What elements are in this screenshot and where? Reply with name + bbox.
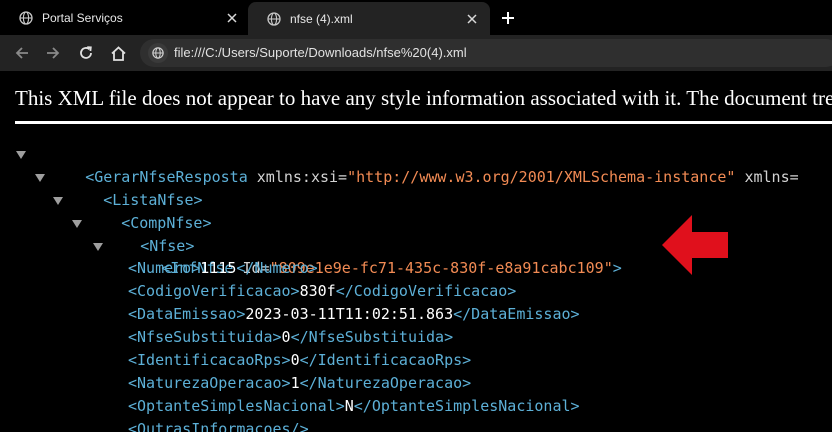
tab-title: nfse (4).xml bbox=[290, 11, 353, 26]
new-tab-button[interactable] bbox=[497, 7, 519, 29]
collapse-triangle-icon[interactable] bbox=[93, 242, 103, 251]
back-button[interactable] bbox=[11, 42, 33, 64]
home-button[interactable] bbox=[107, 42, 129, 64]
forward-button[interactable] bbox=[42, 42, 64, 64]
xml-style-banner: This XML file does not appear to have an… bbox=[15, 86, 832, 110]
close-icon[interactable] bbox=[224, 10, 240, 26]
collapse-triangle-icon[interactable] bbox=[53, 196, 63, 205]
reload-button[interactable] bbox=[75, 42, 97, 64]
globe-icon bbox=[18, 10, 34, 26]
globe-icon[interactable] bbox=[148, 43, 168, 63]
xml-element-outrasinformacoes: <OutrasInformacoes/> bbox=[128, 419, 309, 432]
collapse-triangle-icon[interactable] bbox=[72, 219, 82, 228]
xml-line-root: <GerarNfseResposta xmlns:xsi="http://www… bbox=[0, 143, 799, 186]
tab-portal-servicos[interactable]: Portal Serviços bbox=[0, 0, 250, 35]
tab-title: Portal Serviços bbox=[42, 10, 123, 25]
browser-toolbar: file:///C:/Users/Suporte/Downloads/nfse%… bbox=[0, 35, 832, 71]
xml-line-compnfse: <CompNfse> bbox=[0, 189, 799, 232]
xml-element-dataemissao: <DataEmissao>2023-03-11T11:02:51.863</Da… bbox=[128, 305, 580, 324]
tab-strip: Portal Serviços nfse (4).xml bbox=[0, 0, 832, 35]
tab-nfse-xml[interactable]: nfse (4).xml bbox=[248, 2, 490, 35]
xml-element-nfsesubstituida: <NfseSubstituida>0</NfseSubstituida> bbox=[128, 328, 454, 347]
home-icon bbox=[110, 45, 126, 61]
xml-element-optantesimplesnacional: <OptanteSimplesNacional>N</OptanteSimple… bbox=[128, 396, 580, 415]
address-bar[interactable]: file:///C:/Users/Suporte/Downloads/nfse%… bbox=[140, 39, 832, 67]
globe-icon bbox=[266, 11, 282, 27]
plus-icon bbox=[502, 12, 514, 24]
forward-arrow-icon bbox=[47, 47, 60, 59]
xml-element-codigoverificacao: <CodigoVerificacao>830f</CodigoVerificac… bbox=[128, 282, 517, 301]
red-arrow-icon bbox=[662, 215, 728, 275]
xml-tree: <GerarNfseResposta xmlns:xsi="http://www… bbox=[0, 143, 799, 432]
collapse-triangle-icon[interactable] bbox=[35, 173, 45, 182]
page-content: This XML file does not appear to have an… bbox=[0, 71, 832, 432]
collapse-triangle-icon[interactable] bbox=[16, 151, 26, 159]
xml-element-identificacaorps: <IdentificacaoRps>0</IdentificacaoRps> bbox=[128, 351, 472, 370]
reload-icon bbox=[80, 46, 92, 59]
back-arrow-icon bbox=[15, 47, 28, 59]
banner-divider bbox=[15, 121, 832, 124]
close-icon[interactable] bbox=[464, 11, 480, 27]
xml-element-naturezaoperacao: <NaturezaOperacao>1</NaturezaOperacao> bbox=[128, 373, 472, 392]
xml-line-listanfse: <ListaNfse> bbox=[0, 166, 799, 209]
url-text[interactable]: file:///C:/Users/Suporte/Downloads/nfse%… bbox=[174, 45, 467, 60]
